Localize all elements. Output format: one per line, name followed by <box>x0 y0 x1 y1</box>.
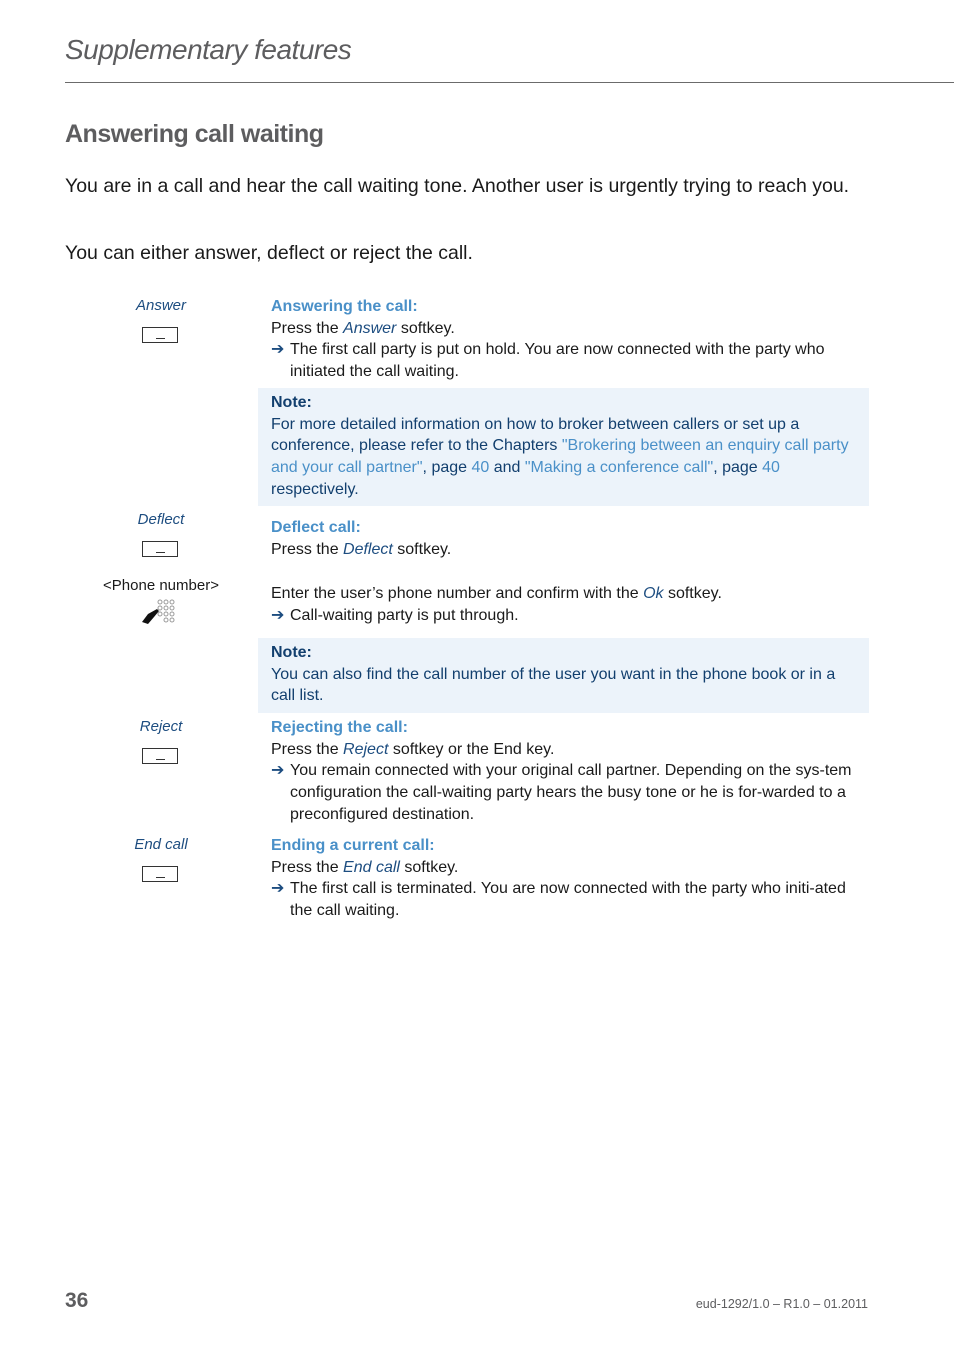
deflect-instruction: Press the Deflect softkey. <box>271 539 861 561</box>
answer-key-label: Answer <box>135 297 187 314</box>
arrow-right-icon: ➔ <box>271 341 285 359</box>
note-title: Note: <box>271 644 312 661</box>
endcall-key-ref: End call <box>343 858 400 876</box>
note-text-part: , page <box>422 459 472 477</box>
endcall-result: ➔ The first call is terminated. You are … <box>271 878 861 921</box>
note-text-part: , page <box>713 459 763 477</box>
note-text: For more detailed information on how to … <box>271 414 856 501</box>
intro-paragraph-2: You can either answer, deflect or reject… <box>65 242 473 264</box>
enter-text-end: softkey. <box>663 585 722 602</box>
press-text-end: softkey or the End key. <box>388 740 555 758</box>
reject-title: Rejecting the call: <box>271 719 408 736</box>
endcall-result-text: The first call is terminated. You are no… <box>290 880 846 920</box>
deflect-result: ➔ Call-waiting party is put through. <box>271 605 861 627</box>
deflect-enter-instruction: Enter the user’s phone number and confir… <box>271 583 861 605</box>
deflect-result-text: Call-waiting party is put through. <box>290 606 519 624</box>
answer-key-ref: Answer <box>343 319 397 337</box>
note-box-brokering: Note: For more detailed information on h… <box>258 388 869 506</box>
deflect-block: Deflect call: Press the Deflect softkey. <box>271 517 861 560</box>
answer-block: Answering the call: Press the Answer sof… <box>271 296 861 383</box>
link-page-brokering[interactable]: 40 <box>471 459 489 476</box>
note-text-part: and <box>489 459 525 477</box>
intro-paragraph-1: You are in a call and hear the call wait… <box>65 175 850 197</box>
reject-result-text: You remain connected with your original … <box>290 762 852 823</box>
arrow-right-icon: ➔ <box>271 606 285 624</box>
page-number: 36 <box>65 1289 89 1312</box>
press-text: Press the <box>271 319 344 337</box>
reject-result: ➔ You remain connected with your origina… <box>271 760 861 825</box>
enter-text: Enter the user’s phone number and confir… <box>271 585 644 602</box>
deflect-key-ref: Deflect <box>343 540 393 558</box>
header-rule <box>65 82 954 83</box>
endcall-block: Ending a current call: Press the End cal… <box>271 835 861 922</box>
section-title: Answering call waiting <box>65 120 324 148</box>
note-box-phonebook: Note: You can also find the call number … <box>258 638 869 713</box>
softkey-icon <box>142 866 178 882</box>
running-head: Supplementary features <box>65 34 352 65</box>
endcall-title: Ending a current call: <box>271 837 435 854</box>
deflect-title: Deflect call: <box>271 519 361 536</box>
link-page-conference[interactable]: 40 <box>762 459 780 476</box>
softkey-icon <box>142 541 178 557</box>
press-text-end: softkey. <box>396 319 455 337</box>
note-text-part: respectively. <box>271 480 359 498</box>
document-id: eud-1292/1.0 – R1.0 – 01.2011 <box>695 1297 868 1311</box>
reject-key-ref: Reject <box>343 740 389 758</box>
answer-result-text: The first call party is put on hold. You… <box>290 341 825 381</box>
press-text: Press the <box>271 740 344 758</box>
arrow-right-icon: ➔ <box>271 880 285 898</box>
answer-title: Answering the call: <box>271 298 418 315</box>
deflect-key-label: Deflect <box>137 511 185 528</box>
arrow-right-icon: ➔ <box>271 762 285 780</box>
endcall-key-label: End call <box>134 836 188 853</box>
press-text: Press the <box>271 540 344 558</box>
press-text-end: softkey. <box>399 858 459 876</box>
deflect-enter-block: Enter the user’s phone number and confir… <box>271 583 861 626</box>
ok-key-ref: Ok <box>643 585 664 602</box>
press-text-end: softkey. <box>392 540 452 558</box>
link-conference[interactable]: "Making a conference call" <box>525 459 713 476</box>
reject-block: Rejecting the call: Press the Reject sof… <box>271 717 861 826</box>
note-title: Note: <box>271 394 312 411</box>
note-text: You can also find the call number of the… <box>271 665 836 705</box>
softkey-icon <box>142 327 178 343</box>
endcall-instruction: Press the End call softkey. <box>271 857 861 879</box>
press-text: Press the <box>271 858 344 876</box>
reject-instruction: Press the Reject softkey or the End key. <box>271 739 861 761</box>
softkey-icon <box>142 748 178 764</box>
reject-key-label: Reject <box>139 718 183 735</box>
phone-number-label: <Phone number> <box>103 577 219 594</box>
answer-instruction: Press the Answer softkey. <box>271 318 861 340</box>
answer-result: ➔ The first call party is put on hold. Y… <box>271 339 861 382</box>
keypad-icon <box>142 599 175 624</box>
